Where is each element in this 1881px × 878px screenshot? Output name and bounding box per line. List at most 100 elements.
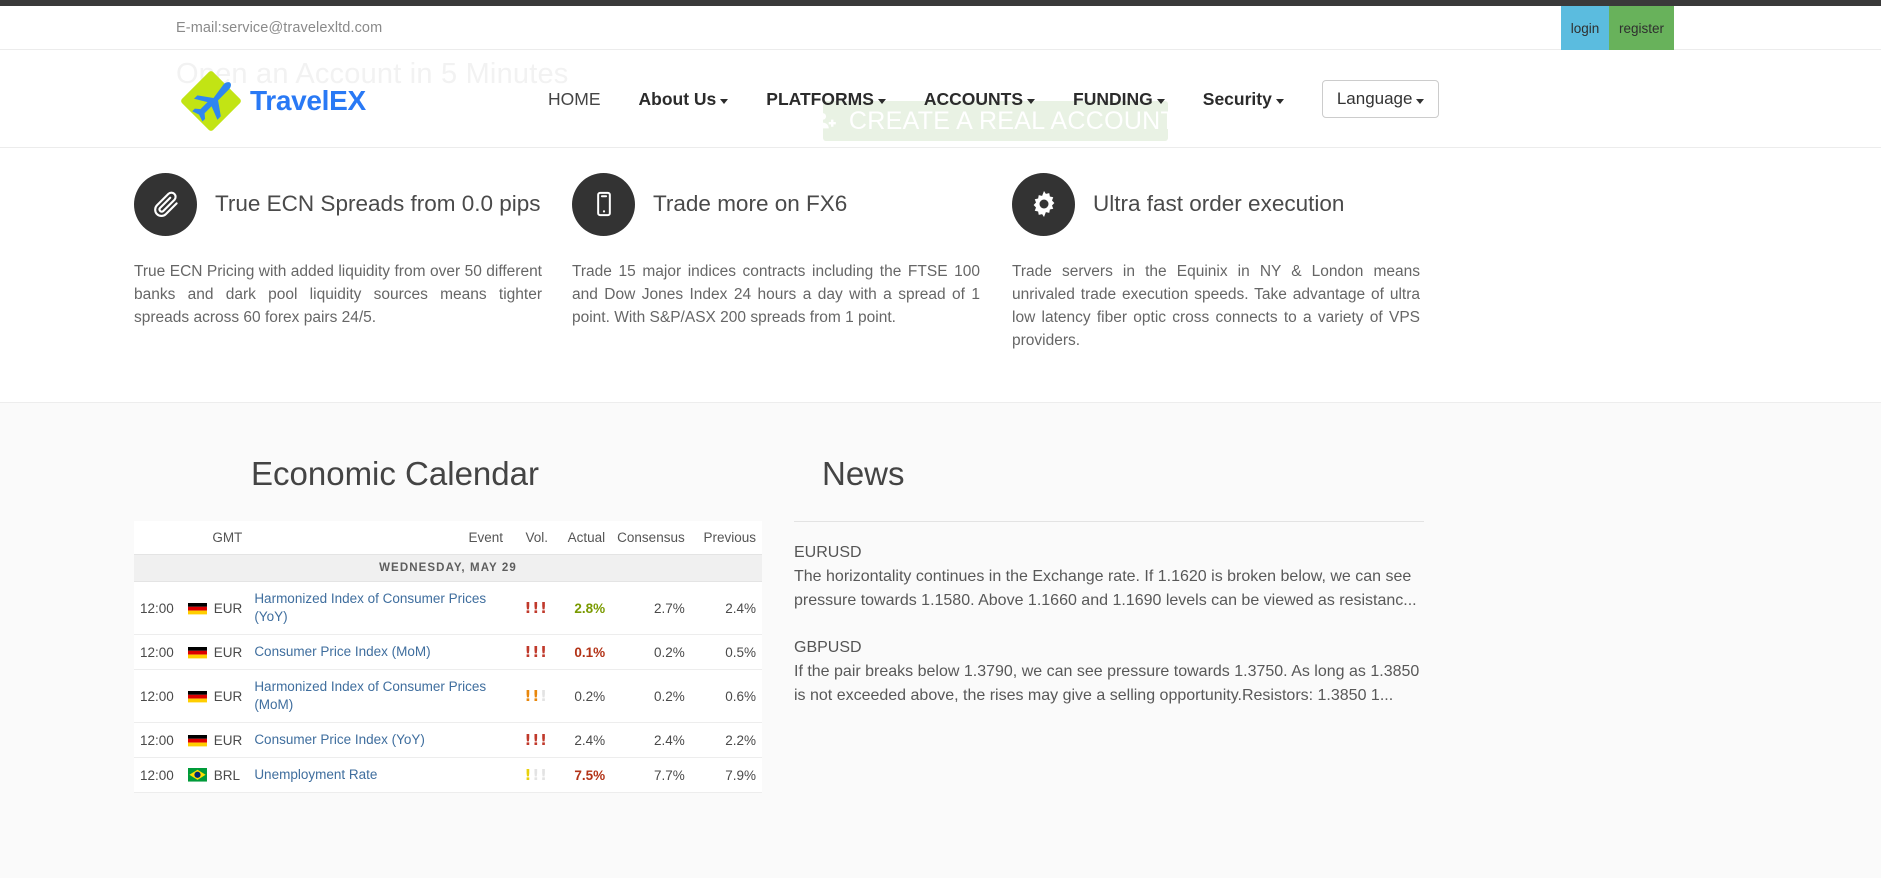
news-item-text: The horizontality continues in the Excha…	[794, 568, 1417, 609]
main-navigation: HOME About Us PLATFORMS ACCOUNTS FUNDING…	[548, 50, 1440, 148]
nav-item-about-us-label: About Us	[638, 88, 717, 109]
login-button[interactable]: login	[1561, 6, 1609, 50]
currency-code: EUR	[213, 732, 243, 748]
event-time: 12:00	[140, 767, 174, 783]
news-item-pair: EURUSD	[794, 544, 862, 561]
nav-item-platforms[interactable]: PLATFORMS	[766, 89, 886, 110]
event-name-link[interactable]: Consumer Price Index (YoY)	[254, 731, 503, 749]
event-actual: 0.2%	[554, 669, 612, 723]
event-volatility: !!!	[509, 634, 555, 670]
economic-calendar-title: Economic Calendar	[251, 455, 539, 492]
column-header-vol: Vol.	[509, 521, 555, 555]
nav-item-home[interactable]: HOME	[548, 89, 601, 110]
event-actual: 0.1%	[554, 634, 612, 670]
nav-item-funding-label: FUNDING	[1073, 88, 1153, 109]
calendar-header-row: GMT Event Vol. Actual Consensus Previous	[134, 521, 762, 555]
travelex-logo-icon	[179, 69, 243, 133]
airplane-icon	[192, 82, 231, 122]
economic-calendar-table: GMT Event Vol. Actual Consensus Previous…	[134, 521, 762, 793]
event-consensus: 0.2%	[611, 634, 691, 670]
column-header-actual: Actual	[554, 521, 612, 555]
de-flag-icon	[187, 603, 207, 616]
nav-item-accounts[interactable]: ACCOUNTS	[923, 88, 1036, 110]
news-panel: EURUSD The horizontality continues in th…	[794, 521, 1424, 793]
event-consensus: 0.2%	[611, 669, 691, 723]
nav-item-platforms-label: PLATFORMS	[766, 88, 874, 109]
calendar-event-row[interactable]: 12:00 EUR Harmonized Index of Consumer Pri…	[134, 669, 762, 723]
news-item-text: If the pair breaks below 1.3790, we can …	[794, 663, 1420, 704]
event-name-link[interactable]: Harmonized Index of Consumer Prices (YoY…	[254, 590, 503, 626]
event-gmt-cell: 12:00 BRL	[134, 757, 249, 793]
calendar-event-row[interactable]: 12:00 BRL Unemployment Rate!!! 7.5% 7.7% 7.9%	[134, 757, 762, 793]
section-titles: Economic Calendar News	[0, 403, 1881, 493]
register-button[interactable]: register	[1609, 6, 1674, 50]
event-time: 12:00	[140, 644, 174, 660]
calendar-event-row[interactable]: 12:00 EUR Consumer Price Index (MoM)!!! 0.1…	[134, 634, 762, 670]
paperclip-icon	[134, 172, 197, 236]
calendar-day-label: WEDNESDAY, MAY 29	[134, 554, 762, 582]
event-volatility: !!!	[509, 757, 555, 793]
currency-code: EUR	[213, 688, 243, 704]
event-time: 12:00	[140, 688, 174, 704]
event-gmt-cell: 12:00 EUR	[134, 722, 249, 758]
event-name-link[interactable]: Unemployment Rate	[254, 766, 503, 784]
chevron-down-icon	[1275, 98, 1284, 104]
calendar-event-row[interactable]: 12:00 EUR Consumer Price Index (YoY)!!! 2.4…	[134, 722, 762, 758]
nav-item-home-label: HOME	[548, 88, 601, 109]
event-name-link[interactable]: Consumer Price Index (MoM)	[254, 643, 503, 661]
de-flag-icon	[187, 647, 207, 660]
event-previous: 0.6%	[690, 669, 762, 723]
feature-card-order-execution: Ultra fast order execution Trade servers…	[1012, 170, 1420, 349]
event-name-link[interactable]: Harmonized Index of Consumer Prices (MoM…	[254, 678, 503, 714]
language-selector[interactable]: Language	[1321, 80, 1440, 118]
contact-email: E-mail:service@travelexltd.com	[176, 19, 383, 36]
nav-item-security-label: Security	[1202, 88, 1272, 109]
feature-title: Trade more on FX6	[653, 191, 848, 216]
calendar-news-section: Economic Calendar News GMT Event Vol. Ac…	[0, 402, 1881, 878]
utility-bar: E-mail:service@travelexltd.com login reg…	[0, 6, 1881, 50]
event-volatility: !!!	[509, 581, 555, 635]
chevron-down-icon	[720, 98, 729, 104]
chevron-down-icon	[1027, 98, 1036, 104]
feature-title: True ECN Spreads from 0.0 pips	[215, 191, 541, 216]
feature-card-ecn-spreads: True ECN Spreads from 0.0 pips True ECN …	[134, 170, 542, 342]
event-time: 12:00	[140, 732, 174, 748]
calendar-day-separator: WEDNESDAY, MAY 29	[134, 554, 762, 582]
event-previous: 0.5%	[690, 634, 762, 670]
feature-body: True ECN Pricing with added liquidity fr…	[134, 263, 542, 326]
economic-calendar-panel: GMT Event Vol. Actual Consensus Previous…	[134, 521, 762, 793]
chevron-down-icon	[877, 98, 886, 104]
nav-item-security[interactable]: Security	[1203, 89, 1284, 110]
event-consensus: 2.7%	[611, 581, 691, 635]
event-previous: 2.4%	[690, 581, 762, 635]
currency-code: EUR	[213, 644, 243, 660]
event-consensus: 7.7%	[611, 757, 691, 793]
event-consensus: 2.4%	[611, 722, 691, 758]
event-name-cell: Harmonized Index of Consumer Prices (MoM…	[248, 669, 510, 723]
column-header-consensus: Consensus	[611, 521, 691, 555]
chevron-down-icon	[1156, 98, 1165, 104]
br-flag-icon	[187, 767, 207, 782]
event-actual: 2.8%	[554, 581, 612, 635]
nav-item-about-us[interactable]: About Us	[639, 89, 729, 110]
column-header-event: Event	[248, 521, 510, 555]
brand-logo-link[interactable]: TravelEX	[179, 69, 366, 133]
nav-item-accounts-label: ACCOUNTS	[923, 88, 1024, 109]
event-gmt-cell: 12:00 EUR	[134, 669, 249, 723]
feature-body: Trade servers in the Equinix in NY & Lon…	[1012, 263, 1420, 349]
news-item[interactable]: GBPUSD If the pair breaks below 1.3790, …	[794, 639, 1424, 708]
event-name-cell: Harmonized Index of Consumer Prices (YoY…	[248, 581, 510, 635]
column-header-gmt: GMT	[134, 521, 249, 555]
news-item-pair: GBPUSD	[794, 639, 862, 656]
de-flag-icon	[187, 735, 207, 748]
de-flag-icon	[187, 691, 207, 704]
event-time: 12:00	[140, 600, 174, 616]
auth-button-group: login register	[1561, 6, 1674, 50]
event-volatility: !!!	[509, 669, 555, 723]
news-item[interactable]: EURUSD The horizontality continues in th…	[794, 544, 1424, 613]
site-header: Open an Account in 5 Minutes TravelEX CR…	[0, 50, 1881, 148]
language-selector-label: Language	[1336, 89, 1413, 108]
nav-item-funding[interactable]: FUNDING	[1073, 89, 1165, 110]
news-title: News	[822, 455, 905, 492]
calendar-event-row[interactable]: 12:00 EUR Harmonized Index of Consumer Pri…	[134, 581, 762, 635]
